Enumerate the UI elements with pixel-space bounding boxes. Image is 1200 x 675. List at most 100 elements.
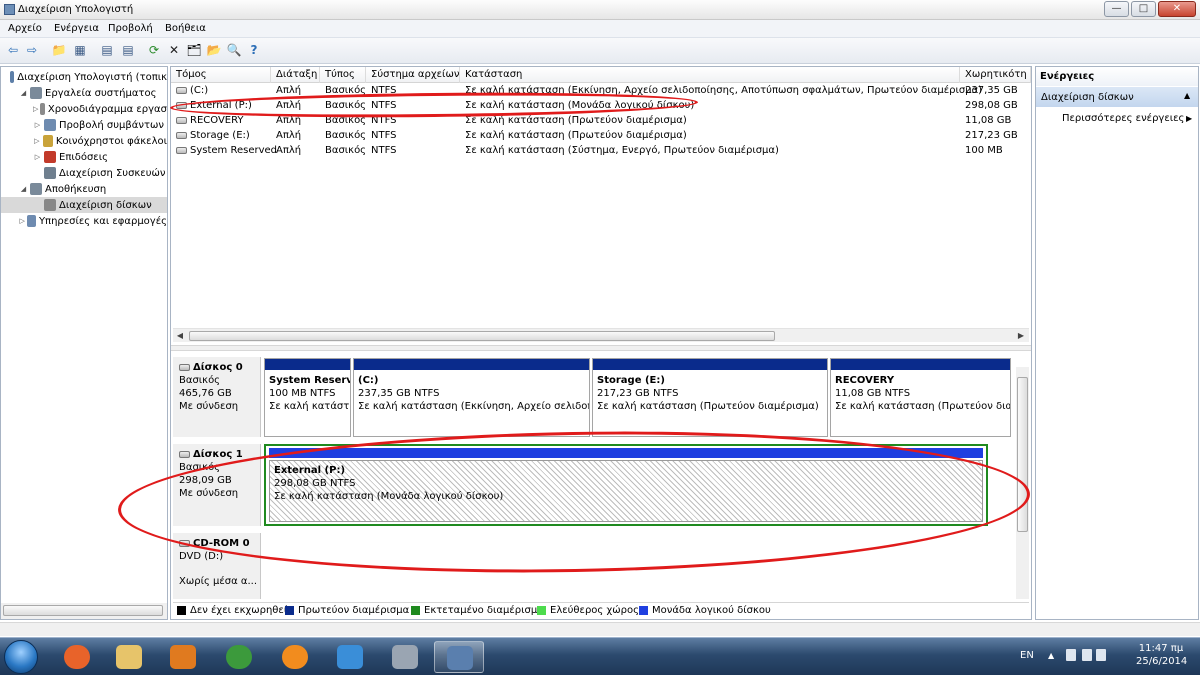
legend-swatch [285, 606, 294, 615]
help-panel-icon[interactable]: ▤ [120, 42, 136, 58]
open-icon[interactable]: 🗂 [186, 42, 202, 58]
tree-item[interactable]: ▷ Επιδόσεις [1, 149, 167, 165]
maximize-button[interactable]: □ [1131, 1, 1156, 17]
partition-c[interactable]: (C:) 237,35 GB NTFS Σε καλή κατάσταση (Εκκ… [353, 358, 590, 437]
tree-node-icon [30, 183, 42, 195]
table-cell: 298,08 GB [965, 100, 1018, 111]
collapse-icon[interactable]: ▲ [1184, 91, 1190, 100]
language-indicator[interactable]: EN [1020, 650, 1034, 661]
scroll-right-arrow-icon[interactable]: ▶ [1015, 330, 1027, 342]
taskbar-app-button[interactable] [270, 641, 320, 673]
column-header-type[interactable]: Τύπος [320, 67, 366, 83]
column-header-filesystem[interactable]: Σύστημα αρχείων [366, 67, 460, 83]
tree-item[interactable]: ▷ Υπηρεσίες και εφαρμογές [1, 213, 167, 229]
tree-item[interactable]: ▷ Χρονοδιάγραμμα εργασ [1, 101, 167, 117]
disk-0-info[interactable]: Δίσκος 0 Βασικός 465,76 GB Με σύνδεση [173, 357, 261, 437]
more-actions-item[interactable]: Περισσότερες ενέργειες ▶ [1036, 110, 1198, 128]
tree-item[interactable]: Διαχείριση δίσκων [1, 197, 167, 213]
taskbar-app-button[interactable] [380, 641, 430, 673]
volume-icon [176, 131, 187, 139]
taskbar-app-button[interactable] [434, 641, 484, 673]
table-row[interactable]: System Reserved Απλή Βασικός NTFS Σε καλή κα… [171, 144, 1031, 159]
tree-item[interactable]: Διαχείριση Υπολογιστή (τοπικ [1, 69, 167, 85]
chrome-icon [226, 645, 252, 669]
game-app-icon [392, 645, 418, 669]
expander-icon[interactable]: ▷ [33, 137, 41, 145]
tree-item-label: Προβολή συμβάντων [59, 119, 164, 131]
column-header-status[interactable]: Κατάσταση [460, 67, 960, 83]
partition-storage-e[interactable]: Storage (E:) 217,23 GB NTFS Σε καλή κατάστ… [592, 358, 828, 437]
tree-node-icon [44, 167, 56, 179]
taskbar-app-button[interactable] [104, 641, 154, 673]
expander-icon[interactable]: ◢ [19, 185, 28, 193]
taskbar-app-button[interactable] [325, 641, 375, 673]
volume-table-scrollbar[interactable]: ◀ ▶ [173, 328, 1029, 342]
search-icon[interactable]: 🔍 [226, 42, 242, 58]
battery-icon[interactable] [1082, 649, 1092, 661]
back-arrow-icon[interactable]: ⇦ [5, 42, 21, 58]
network-icon[interactable] [1096, 649, 1106, 661]
scroll-left-arrow-icon[interactable]: ◀ [174, 330, 186, 342]
column-header-volume[interactable]: Τόμος [171, 67, 271, 83]
actions-header: Ενέργειες [1036, 67, 1198, 86]
expander-icon[interactable]: ▷ [33, 153, 42, 161]
partition-recovery[interactable]: RECOVERY 11,08 GB NTFS Σε καλή κατάσταση (… [830, 358, 1011, 437]
volume-cell: (C:) [176, 85, 208, 96]
volume-icon[interactable] [1066, 649, 1076, 661]
refresh-icon[interactable]: ⟳ [146, 42, 162, 58]
partition-size: 11,08 GB NTFS [835, 388, 911, 399]
table-cell: 237,35 GB [965, 85, 1018, 96]
taskbar: EN ▲ 11:47 πμ 25/6/2014 [0, 637, 1200, 675]
actions-section-label: Διαχείριση δίσκων [1041, 92, 1134, 103]
tree-item[interactable]: ▷ Κοινόχρηστοι φάκελοι [1, 133, 167, 149]
delete-icon[interactable]: ✕ [166, 42, 182, 58]
tree-item[interactable]: ◢ Αποθήκευση [1, 181, 167, 197]
menu-action[interactable]: Ενέργεια [54, 23, 99, 34]
title-bar[interactable]: Διαχείριση Υπολογιστή — □ ✕ [0, 0, 1200, 20]
legend-label: Εκτεταμένο διαμέρισμα [424, 605, 544, 616]
expander-icon[interactable]: ▷ [33, 105, 38, 113]
menu-help[interactable]: Βοήθεια [165, 23, 206, 34]
legend-item: Ελεύθερος χώρος [537, 605, 639, 616]
expander-icon[interactable]: ▷ [19, 217, 25, 225]
start-button[interactable] [4, 640, 38, 674]
tree-item[interactable]: ▷ Προβολή συμβάντων [1, 117, 167, 133]
tree-scrollbar[interactable] [1, 603, 167, 619]
toolbar: ⇦ ⇨ 📁 ▦ ▤ ▤ ⟳ ✕ 🗂 📂 🔍 ? [0, 38, 1200, 64]
tree-item[interactable]: ◢ Εργαλεία συστήματος [1, 85, 167, 101]
disk-icon [179, 363, 190, 371]
minimize-button[interactable]: — [1104, 1, 1129, 17]
pane-splitter[interactable] [171, 345, 1031, 351]
volume-cell: System Reserved [176, 145, 277, 156]
menu-file[interactable]: Αρχείο [8, 23, 42, 34]
table-cell: NTFS [371, 145, 397, 156]
expander-icon[interactable]: ▷ [33, 121, 42, 129]
column-header-layout[interactable]: Διάταξη [271, 67, 320, 83]
tree-item-label: Αποθήκευση [45, 183, 107, 195]
table-cell: Απλή [276, 85, 302, 96]
taskbar-app-button[interactable] [52, 641, 102, 673]
menu-view[interactable]: Προβολή [108, 23, 153, 34]
forward-arrow-icon[interactable]: ⇨ [24, 42, 40, 58]
tree-scroll-thumb[interactable] [3, 605, 163, 616]
legend-label: Πρωτεύον διαμέρισμα [298, 605, 410, 616]
explore-icon[interactable]: 📂 [206, 42, 222, 58]
properties-icon[interactable]: ▤ [99, 42, 115, 58]
partition-system-reserved[interactable]: System Reserv 100 MB NTFS Σε καλή κατάστ [264, 358, 351, 437]
close-button[interactable]: ✕ [1158, 1, 1196, 17]
table-row[interactable]: Storage (E:) Απλή Βασικός NTFS Σε καλή κατάσ… [171, 129, 1031, 144]
clock[interactable]: 11:47 πμ 25/6/2014 [1136, 643, 1187, 667]
expander-icon[interactable]: ◢ [19, 89, 28, 97]
taskbar-app-button[interactable] [158, 641, 208, 673]
tree-item[interactable]: Διαχείριση Συσκευών [1, 165, 167, 181]
show-hidden-icons-icon[interactable]: ▲ [1048, 651, 1054, 660]
taskbar-app-button[interactable] [214, 641, 264, 673]
computer-management-icon [447, 646, 473, 670]
up-folder-icon[interactable]: 📁 [51, 42, 67, 58]
menu-bar: Αρχείο Ενέργεια Προβολή Βοήθεια [0, 20, 1200, 38]
scroll-thumb[interactable] [189, 331, 775, 341]
actions-section-disk-management[interactable]: Διαχείριση δίσκων ▲ [1036, 87, 1198, 107]
show-hide-tree-icon[interactable]: ▦ [72, 42, 88, 58]
help-icon[interactable]: ? [246, 42, 262, 58]
column-header-capacity[interactable]: Χωρητικότη [960, 67, 1031, 83]
